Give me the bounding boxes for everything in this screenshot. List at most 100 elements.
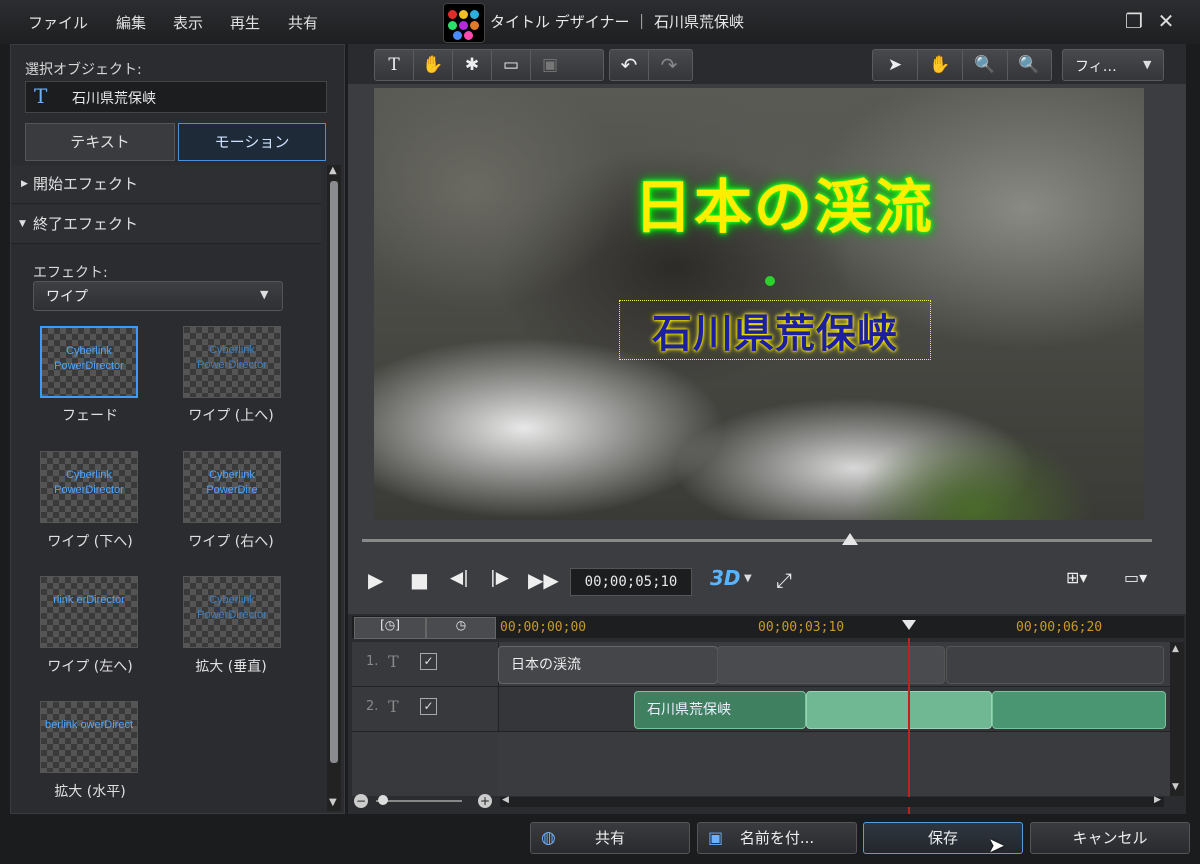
clock-icon[interactable]: ◷	[426, 617, 496, 639]
scroll-left-icon[interactable]: ◀	[502, 795, 509, 805]
previous-frame-icon[interactable]: ◀|	[450, 568, 469, 588]
hand-icon[interactable]: ✋	[918, 50, 963, 80]
preview-canvas[interactable]: 日本の渓流 石川県荒保峡	[374, 88, 1144, 520]
subtitle-clip-middle[interactable]	[806, 691, 992, 729]
clip-label: 石川県荒保峡	[647, 702, 731, 718]
fit-dropdown-value: フィ…	[1075, 59, 1117, 75]
clip-mode-icon[interactable]: [◷]	[354, 617, 426, 639]
window-title: タイトル デザイナー ｜ 石川県荒保峡	[490, 13, 745, 31]
thumb-caption: rlink erDirector	[53, 594, 125, 606]
effect-dropdown-value: ワイプ	[46, 289, 88, 305]
scroll-up-icon[interactable]: ▲	[329, 165, 337, 176]
timeline-hscroll[interactable]: ◀ ▶	[500, 795, 1164, 807]
scrollbar-thumb[interactable]	[330, 181, 338, 763]
subtitle-clip[interactable]: 石川県荒保峡	[634, 691, 806, 729]
effect-thumb-fade[interactable]: Cyberlink PowerDirector	[40, 326, 138, 398]
effect-label-wipe-right: ワイプ (右へ)	[188, 534, 274, 550]
tab-motion[interactable]: モーション	[178, 123, 326, 161]
title-clip-end[interactable]	[946, 646, 1164, 684]
effect-thumb-wipe-up[interactable]: Cyberlink PowerDirector	[183, 326, 281, 398]
save-as-button-label: 名前を付...	[739, 829, 815, 847]
stop-icon[interactable]: ■	[410, 568, 429, 592]
thumb-caption: berlink owerDirect	[44, 719, 134, 731]
timecode-end: 00;00;06;20	[1016, 620, 1103, 635]
title-bar: ファイル 編集 表示 再生 共有 タイトル デザイナー ｜ 石川県荒保峡 ❐ ✕	[0, 0, 1200, 44]
scroll-down-icon[interactable]: ▼	[329, 797, 337, 808]
background-icon[interactable]: ▣	[531, 50, 569, 80]
seek-thumb[interactable]	[842, 533, 858, 545]
save-button-label: 保存	[927, 829, 958, 847]
menu-view[interactable]: 表示	[173, 12, 203, 33]
timecode-display[interactable]: 00;00;05;10	[570, 568, 692, 596]
insert-text-icon[interactable]: T	[375, 50, 414, 80]
effect-dropdown[interactable]: ワイプ ▼	[33, 281, 283, 311]
chevron-down-icon: ▼	[260, 288, 269, 301]
rotate-handle[interactable]	[765, 276, 775, 286]
effect-thumb-zoom-horizontal[interactable]: berlink owerDirect	[40, 701, 138, 773]
scroll-right-icon[interactable]: ▶	[1154, 795, 1161, 805]
insert-effect-icon[interactable]: ✱	[453, 50, 492, 80]
insert-image-icon[interactable]: ▭	[492, 50, 531, 80]
seek-bar[interactable]	[362, 539, 1152, 542]
next-frame-icon[interactable]: |▶	[490, 568, 509, 588]
fast-forward-icon[interactable]: ▶▶	[528, 568, 559, 592]
play-icon[interactable]: ▶	[368, 568, 383, 592]
select-cursor-icon[interactable]: ➤	[873, 50, 918, 80]
undo-redo-group: ↶ ↷	[609, 49, 693, 81]
insert-particle-icon[interactable]: ✋	[414, 50, 453, 80]
subtitle-clip-end[interactable]	[992, 691, 1166, 729]
preview-title-text[interactable]: 日本の渓流	[574, 160, 994, 244]
clip-label: 日本の渓流	[511, 657, 581, 673]
save-as-button[interactable]: ▣ 名前を付...	[697, 822, 857, 854]
preview-subtitle-text[interactable]: 石川県荒保峡	[619, 300, 931, 360]
menu-share[interactable]: 共有	[288, 12, 318, 33]
effect-thumb-wipe-left[interactable]: rlink erDirector	[40, 576, 138, 648]
menu-play[interactable]: 再生	[230, 12, 260, 33]
menu-edit[interactable]: 編集	[116, 12, 146, 33]
playhead-line[interactable]	[908, 638, 910, 814]
fit-dropdown[interactable]: フィ… ▼	[1062, 49, 1164, 81]
effect-thumb-wipe-right[interactable]: Cyberlink PowerDire	[183, 451, 281, 523]
grid-lines-icon[interactable]: ⊞▾	[1066, 568, 1087, 587]
designer-main: T ✋ ✱ ▭ ▣ ↶ ↷ ➤ ✋ 🔍 🔍 フィ… ▼ 日本の渓流 石川県荒保峡…	[348, 44, 1186, 814]
fullscreen-icon[interactable]: ⤢	[776, 568, 792, 592]
3d-mode-icon[interactable]: 3D	[710, 566, 741, 590]
effects-scrollbar[interactable]: ▲ ▼	[327, 165, 341, 811]
zoom-in-timeline-icon[interactable]: +	[478, 794, 492, 808]
redo-icon[interactable]: ↷	[650, 50, 688, 80]
playhead-marker[interactable]	[902, 620, 916, 630]
safe-zone-icon[interactable]: ▭▾	[1124, 568, 1147, 587]
track-number: 2.	[366, 699, 379, 714]
restore-icon[interactable]: ❐	[1121, 8, 1147, 34]
zoom-out-timeline-icon[interactable]: −	[354, 794, 368, 808]
undo-icon[interactable]: ↶	[610, 50, 649, 80]
timeline-zoom-slider[interactable]	[376, 800, 462, 802]
timeline-ruler[interactable]: [◷] ◷ 00;00;00;00 00;00;03;10 00;00;06;2…	[352, 616, 1184, 639]
scroll-up-icon[interactable]: ▲	[1172, 644, 1179, 654]
track-header-empty	[352, 732, 498, 796]
zoom-in-icon[interactable]: 🔍	[1008, 50, 1050, 80]
end-effect-section[interactable]: ▼ 終了エフェクト	[11, 205, 321, 244]
title-clip-middle[interactable]	[717, 646, 945, 684]
close-icon[interactable]: ✕	[1153, 8, 1179, 34]
share-button[interactable]: ◍ 共有	[530, 822, 690, 854]
title-clip[interactable]: 日本の渓流	[498, 646, 718, 684]
start-effect-label: 開始エフェクト	[33, 175, 139, 193]
timeline-vscroll[interactable]: ▲ ▼	[1170, 642, 1184, 796]
zoom-out-icon[interactable]: 🔍	[963, 50, 1008, 80]
scroll-down-icon[interactable]: ▼	[1172, 782, 1179, 792]
cancel-button[interactable]: キャンセル	[1030, 822, 1190, 854]
effect-label-zoom-horizontal: 拡大 (水平)	[54, 784, 126, 800]
start-effect-section[interactable]: ▶ 開始エフェクト	[11, 165, 321, 204]
effect-thumb-zoom-vertical[interactable]: Cyberlink PowerDirector	[183, 576, 281, 648]
effect-label-fade: フェード	[62, 408, 118, 424]
menu-file[interactable]: ファイル	[28, 12, 88, 33]
track-visible-checkbox[interactable]: ✓	[420, 653, 437, 670]
tab-text[interactable]: テキスト	[25, 123, 175, 161]
timeline-zoom-thumb[interactable]	[378, 795, 388, 805]
cancel-button-label: キャンセル	[1072, 829, 1148, 847]
track-visible-checkbox[interactable]: ✓	[420, 698, 437, 715]
chevron-down-icon[interactable]: ▼	[744, 573, 752, 584]
app-logo-icon	[443, 3, 485, 43]
effect-thumb-wipe-down[interactable]: Cyberlink PowerDirector	[40, 451, 138, 523]
